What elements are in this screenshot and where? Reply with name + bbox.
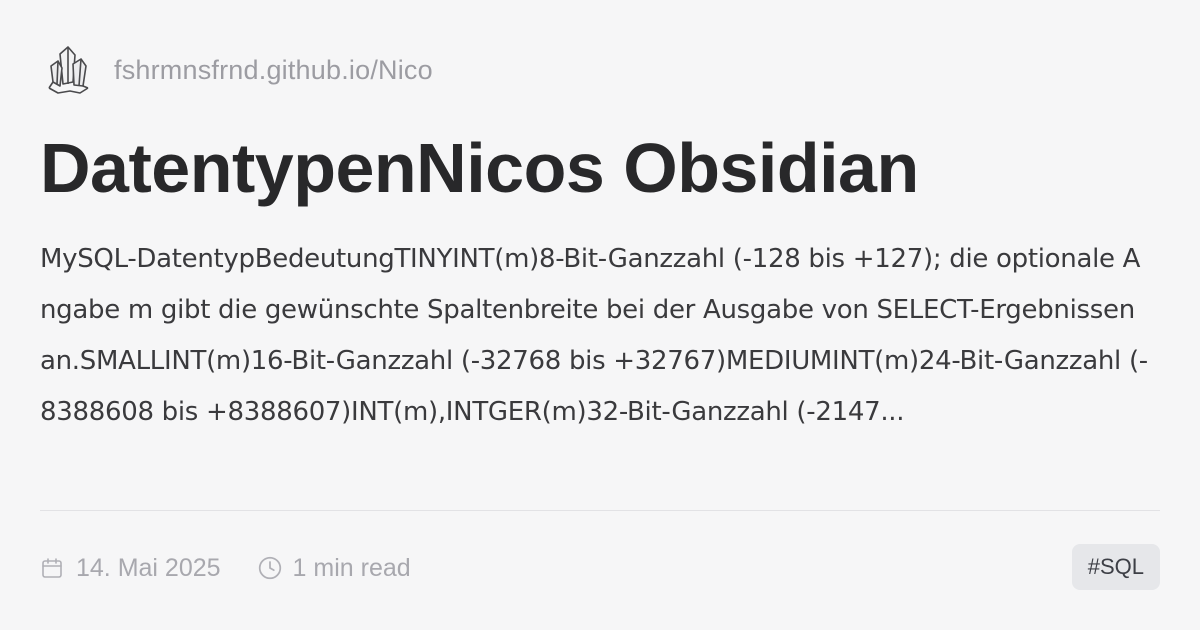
post-date: 14. Mai 2025 [40, 554, 221, 583]
divider [40, 510, 1160, 511]
calendar-icon [40, 555, 66, 581]
post-meta: 14. Mai 2025 1 min read [40, 548, 411, 588]
post-title: DatentypenNicos Obsidian [40, 129, 919, 207]
tag-label: #SQL [1087, 554, 1144, 579]
post-date-text: 14. Mai 2025 [76, 553, 221, 582]
post-description: MySQL-DatentypBedeutungTINYINT(m)8-Bit-G… [40, 244, 1148, 427]
site-url[interactable]: fshrmnsfrnd.github.io/Nico [114, 55, 433, 86]
site-header: fshrmnsfrnd.github.io/Nico [40, 40, 433, 100]
tag-sql[interactable]: #SQL [1071, 544, 1160, 590]
read-time-text: 1 min read [292, 553, 411, 582]
crystal-logo-icon [40, 42, 96, 98]
clock-icon [257, 555, 283, 581]
read-time: 1 min read [257, 554, 411, 583]
og-card: fshrmnsfrnd.github.io/Nico DatentypenNic… [40, 40, 1160, 600]
